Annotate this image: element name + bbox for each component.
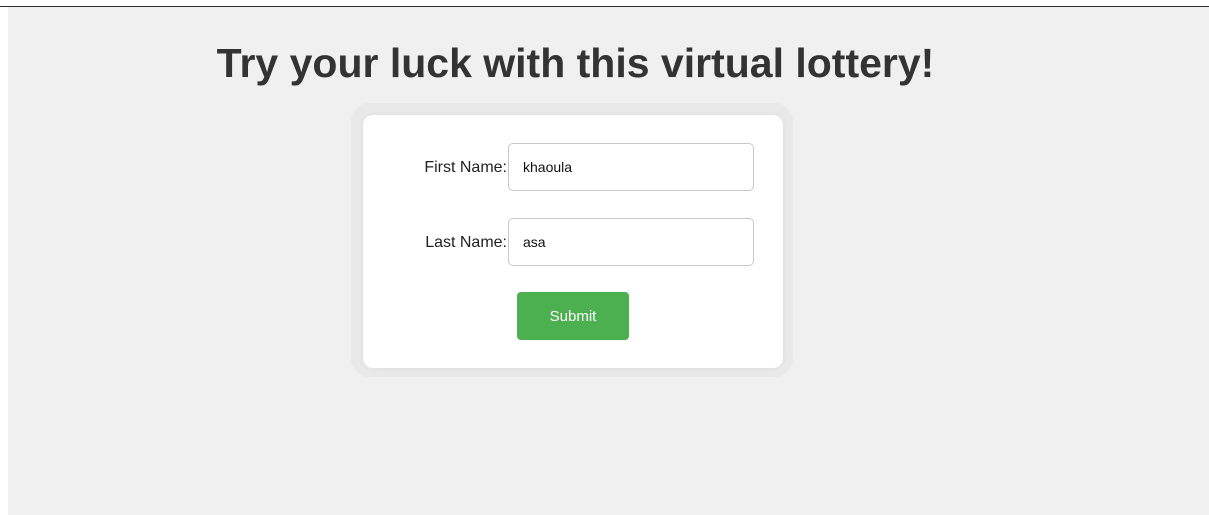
submit-button[interactable]: Submit [517, 292, 629, 340]
last-name-input[interactable] [508, 218, 754, 266]
lottery-form-card: First Name: Last Name: Submit [363, 115, 783, 368]
first-name-label: First Name: [424, 159, 507, 176]
page-title: Try your luck with this virtual lottery! [216, 40, 935, 86]
first-name-row: First Name: [363, 143, 783, 193]
last-name-row: Last Name: [363, 218, 783, 268]
first-name-input[interactable] [508, 143, 754, 191]
last-name-label: Last Name: [425, 234, 507, 251]
page-background: Try your luck with this virtual lottery!… [8, 7, 1209, 515]
